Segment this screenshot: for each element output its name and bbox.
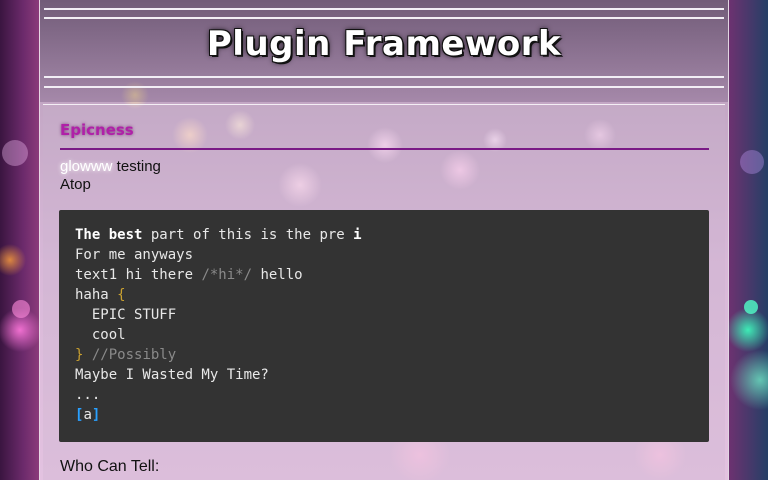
code-line: text1 hi there /*hi*/ hello xyxy=(75,265,303,285)
code-text: part of this is the pre xyxy=(142,227,354,243)
code-line: haha { xyxy=(75,285,126,305)
header-divider xyxy=(44,17,724,19)
code-bold-text: The best xyxy=(75,227,143,243)
header-divider xyxy=(44,86,724,88)
code-bracket: ] xyxy=(91,407,101,423)
header-divider xyxy=(44,76,724,78)
section-title: Epicness xyxy=(60,121,134,139)
code-line: [a] xyxy=(75,405,100,425)
code-comment: //Possibly xyxy=(83,347,177,363)
page-frame: Plugin Framework Epicness glowww testing… xyxy=(40,0,728,480)
intro-line: glowww testing xyxy=(60,158,161,175)
code-comment: /*hi*/ xyxy=(201,267,253,283)
section-divider xyxy=(60,148,709,150)
info-icon[interactable]: i xyxy=(353,227,361,243)
code-line: For me anyways xyxy=(75,247,194,263)
code-text: haha xyxy=(75,287,118,303)
footer-text: Who Can Tell: xyxy=(60,458,160,475)
site-header: Plugin Framework xyxy=(40,0,728,102)
code-text: a xyxy=(83,407,92,423)
code-line: EPIC STUFF xyxy=(75,307,177,323)
site-title: Plugin Framework xyxy=(206,24,562,64)
code-line: The best part of this is the pre i xyxy=(75,225,362,245)
intro-line-2: Atop xyxy=(60,176,91,193)
content-panel: Epicness glowww testing Atop The best pa… xyxy=(43,104,725,480)
code-line: ... xyxy=(75,387,101,403)
bokeh-light xyxy=(2,140,28,166)
code-block[interactable]: The best part of this is the pre i For m… xyxy=(59,210,709,442)
header-divider xyxy=(44,8,724,10)
code-brace: { xyxy=(117,287,126,303)
intro-text: testing xyxy=(112,158,161,175)
code-line: cool xyxy=(75,327,126,343)
bokeh-light xyxy=(12,300,30,318)
glow-text: glowww xyxy=(60,158,113,175)
code-line: } //Possibly xyxy=(75,345,176,365)
bokeh-light xyxy=(740,150,764,174)
code-text: hello xyxy=(252,267,303,283)
code-line: Maybe I Wasted My Time? xyxy=(75,367,269,383)
code-text: text1 hi there xyxy=(75,267,202,283)
bokeh-light xyxy=(744,300,758,314)
